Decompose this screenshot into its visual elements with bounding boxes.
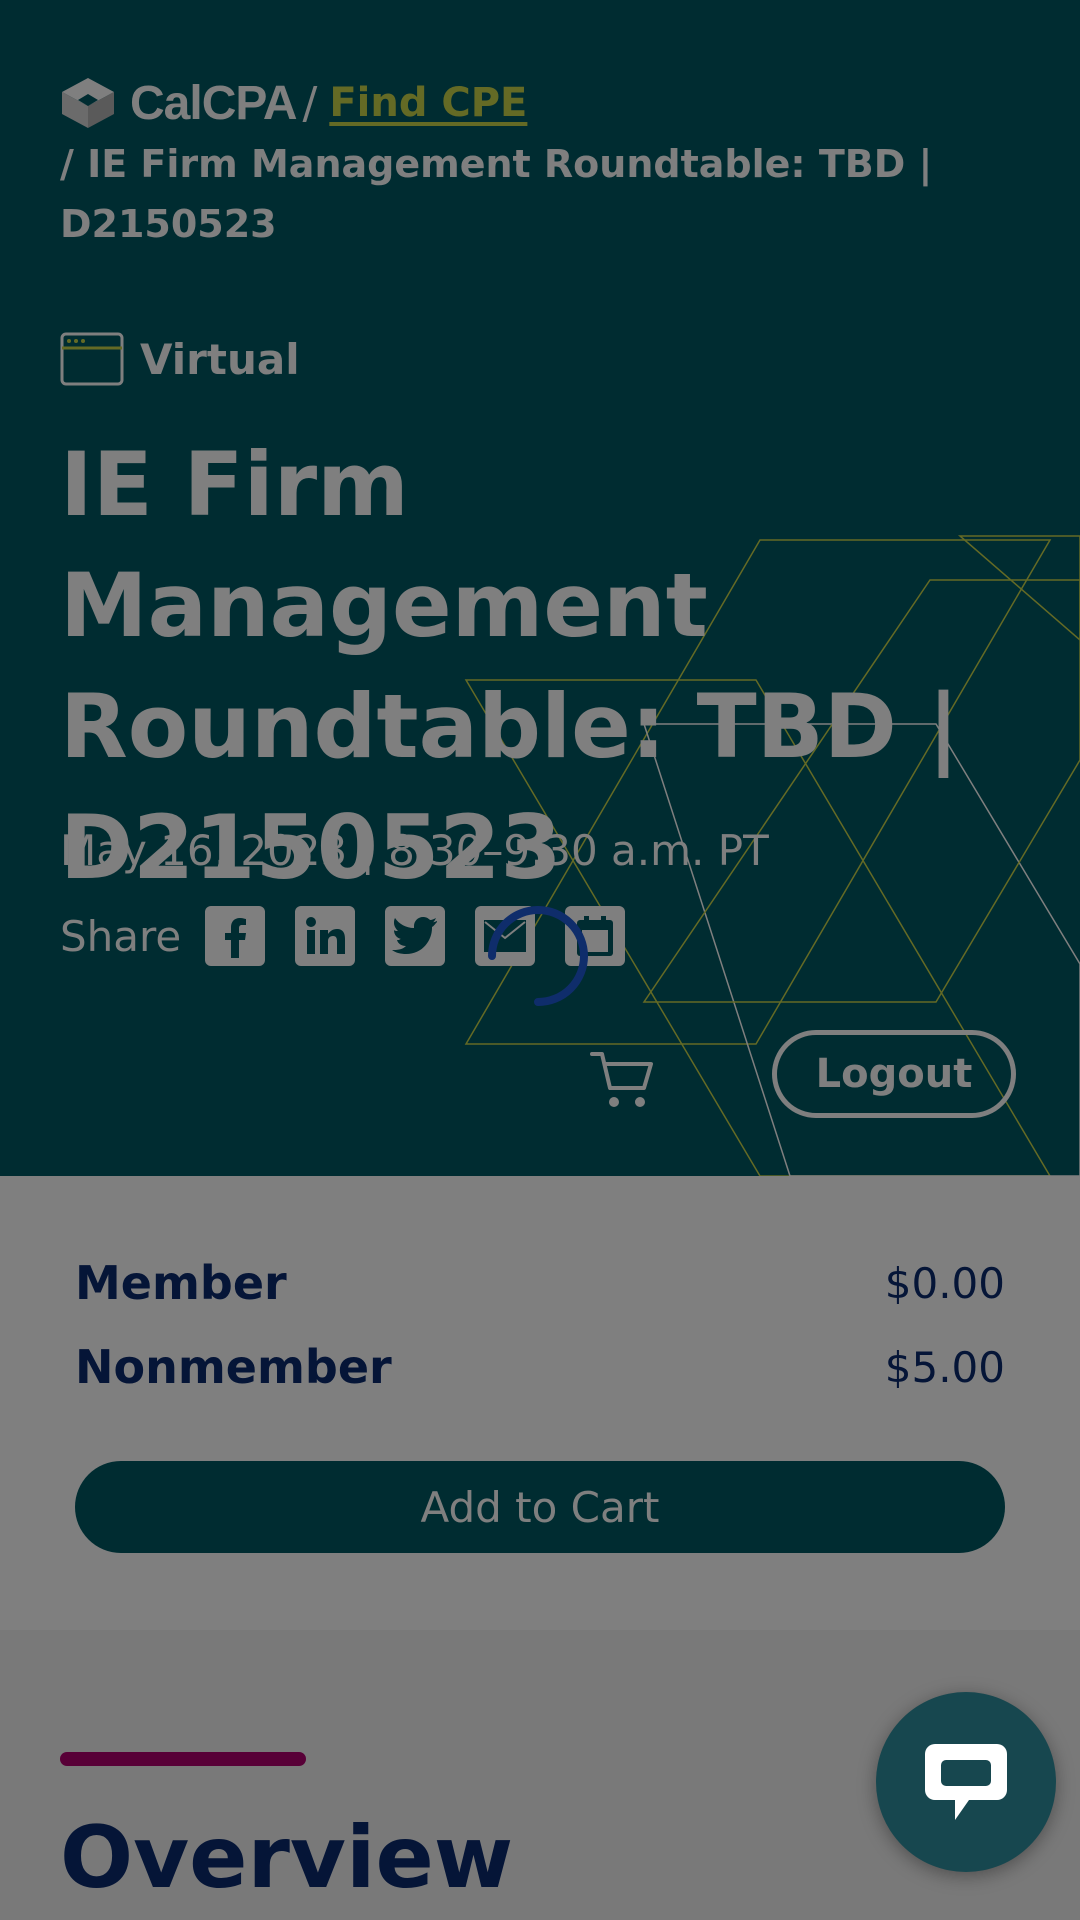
logo-text[interactable]: CalCPA [130,76,297,131]
section-accent-bar [60,1752,306,1766]
calcpa-logo-icon [62,78,114,128]
logout-button[interactable]: Logout [772,1030,1016,1118]
share-facebook-button[interactable] [205,906,266,966]
nonmember-price-row: Nonmember $5.00 [75,1340,1005,1394]
cart-icon[interactable] [590,1050,654,1110]
event-hero: CalCPA / Find CPE / IE Firm Management R… [0,0,1080,1176]
find-cpe-link[interactable]: Find CPE [329,80,527,126]
nonmember-price: $5.00 [884,1342,1005,1392]
format-label: Virtual [140,334,300,384]
chat-button[interactable] [876,1692,1056,1872]
breadcrumb: CalCPA / Find CPE / IE Firm Management R… [60,74,960,254]
nonmember-label: Nonmember [75,1340,392,1394]
chat-bubble-icon [925,1744,1007,1820]
breadcrumb-current: / IE Firm Management Roundtable: TBD | D… [60,142,933,246]
loading-spinner-icon [488,906,588,1006]
breadcrumb-separator: / [302,77,318,129]
twitter-icon [392,917,438,954]
linkedin-icon [306,917,346,954]
pricing-panel: Member $0.00 Nonmember $5.00 Add to Cart [0,1176,1080,1630]
share-linkedin-button[interactable] [295,906,356,966]
browser-window-icon [60,332,124,386]
event-format: Virtual [60,332,300,386]
member-price: $0.00 [884,1258,1005,1308]
member-label: Member [75,1256,287,1310]
share-twitter-button[interactable] [385,906,446,966]
add-to-cart-button[interactable]: Add to Cart [75,1461,1005,1553]
facebook-icon [225,918,247,958]
overview-heading: Overview [60,1808,514,1908]
member-price-row: Member $0.00 [75,1256,1005,1310]
share-label: Share [60,911,182,961]
event-date: May 16, 2023 | 8:30–9:30 a.m. PT [60,826,769,875]
